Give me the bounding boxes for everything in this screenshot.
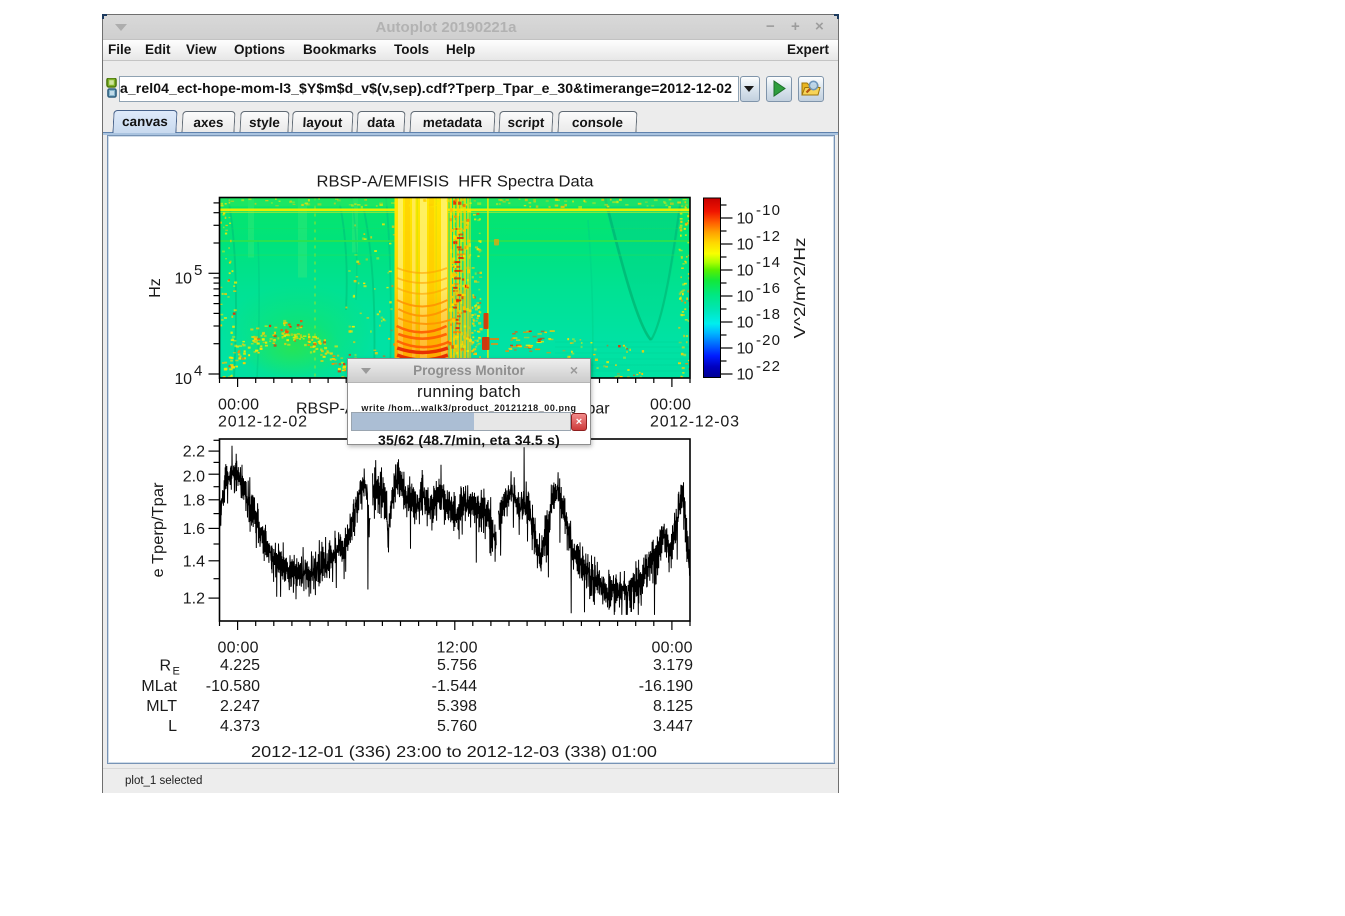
svg-text:00:00: 00:00 xyxy=(652,640,693,657)
svg-text:-10.580: -10.580 xyxy=(206,678,260,695)
svg-text:4: 4 xyxy=(194,362,202,379)
svg-text:1.8: 1.8 xyxy=(183,493,205,510)
svg-text:1.2: 1.2 xyxy=(183,591,205,608)
svg-text:8.125: 8.125 xyxy=(653,698,693,715)
svg-text:2.0: 2.0 xyxy=(183,469,205,486)
svg-text:-1.544: -1.544 xyxy=(432,678,477,695)
svg-text:MLT: MLT xyxy=(146,698,177,715)
svg-text:3.447: 3.447 xyxy=(653,718,693,735)
svg-text:-16.190: -16.190 xyxy=(639,678,693,695)
svg-text:Hz: Hz xyxy=(147,278,164,298)
svg-text:10: 10 xyxy=(175,371,193,388)
svg-text:10: 10 xyxy=(737,289,754,306)
svg-text:00:00: 00:00 xyxy=(218,397,259,414)
svg-text:1.4: 1.4 xyxy=(183,554,205,571)
svg-text:5.756: 5.756 xyxy=(437,657,477,674)
svg-text:5: 5 xyxy=(194,262,202,279)
svg-text:00:00: 00:00 xyxy=(218,640,259,657)
svg-text:2012-12-01 (336) 23:00 to 2012: 2012-12-01 (336) 23:00 to 2012-12-03 (33… xyxy=(251,744,657,761)
svg-text:10: 10 xyxy=(737,237,754,254)
svg-text:10: 10 xyxy=(175,270,193,287)
svg-text:-10: -10 xyxy=(756,202,780,219)
svg-text:-22: -22 xyxy=(756,358,780,375)
svg-text:10: 10 xyxy=(737,263,754,280)
svg-text:10: 10 xyxy=(737,367,754,384)
svg-text:E: E xyxy=(173,666,180,678)
svg-text:2012-12-03: 2012-12-03 xyxy=(650,414,739,431)
svg-text:10: 10 xyxy=(737,341,754,358)
svg-text:10: 10 xyxy=(737,211,754,228)
svg-text:MLat: MLat xyxy=(141,678,177,695)
svg-text:RBSP-A/EMFISIS HFR Spectra Da: RBSP-A/EMFISIS HFR Spectra Data xyxy=(317,174,594,191)
svg-text:L: L xyxy=(168,718,177,735)
svg-text:-12: -12 xyxy=(756,228,780,245)
svg-text:V^2/m^2/Hz: V^2/m^2/Hz xyxy=(792,238,809,339)
svg-text:2.2: 2.2 xyxy=(183,444,205,461)
svg-text:R: R xyxy=(159,658,171,675)
svg-text:4.225: 4.225 xyxy=(220,657,260,674)
svg-text:10: 10 xyxy=(737,315,754,332)
svg-text:2012-12-02: 2012-12-02 xyxy=(218,414,307,431)
svg-text:-14: -14 xyxy=(756,254,780,271)
svg-text:5.398: 5.398 xyxy=(437,698,477,715)
svg-text:3.179: 3.179 xyxy=(653,657,693,674)
svg-text:5.760: 5.760 xyxy=(437,718,477,735)
svg-text:4.373: 4.373 xyxy=(220,718,260,735)
svg-text:-16: -16 xyxy=(756,280,780,297)
svg-text:e Tperp/Tpar: e Tperp/Tpar xyxy=(150,482,167,578)
svg-text:2.247: 2.247 xyxy=(220,698,260,715)
svg-text:-18: -18 xyxy=(756,306,780,323)
svg-text:12:00: 12:00 xyxy=(437,640,478,657)
svg-text:00:00: 00:00 xyxy=(650,397,691,414)
svg-text:-20: -20 xyxy=(756,332,780,349)
svg-text:1.6: 1.6 xyxy=(183,521,205,538)
